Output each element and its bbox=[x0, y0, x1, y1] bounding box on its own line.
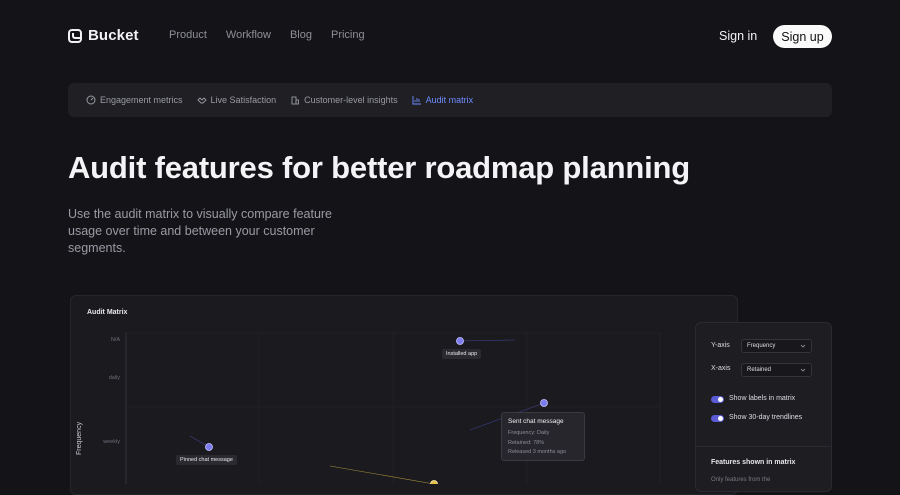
brand-name: Bucket bbox=[88, 27, 139, 44]
features-shown-title: Features shown in matrix bbox=[711, 459, 796, 466]
label-pinned-chat-message: Pinned chat message bbox=[176, 455, 237, 465]
audit-matrix-card bbox=[70, 295, 738, 495]
handshake-icon bbox=[196, 97, 207, 104]
y-axis-label: Frequency bbox=[76, 421, 83, 455]
show-trendlines-toggle[interactable] bbox=[711, 415, 724, 422]
chart-icon bbox=[412, 96, 421, 105]
x-axis-select-value: Retained bbox=[747, 367, 772, 373]
tab-label: Audit matrix bbox=[425, 95, 474, 105]
tooltip-title: Sent chat message bbox=[508, 418, 564, 425]
tooltip-frequency: Frequency: Daily bbox=[508, 430, 550, 436]
tooltip-retained: Retained: 78% bbox=[508, 439, 545, 446]
nav-product[interactable]: Product bbox=[169, 29, 207, 41]
feature-tabs: Engagement metrics Live Satisfaction Cus… bbox=[68, 83, 832, 117]
tooltip-released: Released 3 months ago bbox=[508, 449, 567, 455]
label-installed-app: Installed app bbox=[442, 349, 482, 359]
bucket-logo-icon bbox=[68, 28, 82, 43]
tab-customer-level-insights[interactable]: Customer-level insights bbox=[290, 95, 398, 105]
brand-logo[interactable]: Bucket bbox=[68, 27, 139, 44]
y-axis-setting-label: Y-axis bbox=[711, 342, 730, 349]
tab-audit-matrix[interactable]: Audit matrix bbox=[412, 95, 474, 105]
sign-in-link[interactable]: Sign in bbox=[719, 29, 757, 43]
tab-label: Customer-level insights bbox=[304, 95, 398, 105]
gauge-icon bbox=[86, 95, 96, 105]
nav-blog[interactable]: Blog bbox=[290, 29, 312, 41]
tab-engagement-metrics[interactable]: Engagement metrics bbox=[86, 95, 183, 105]
tab-live-satisfaction[interactable]: Live Satisfaction bbox=[196, 95, 277, 105]
tab-label: Live Satisfaction bbox=[210, 95, 277, 105]
features-shown-subtitle: Only features from the bbox=[711, 477, 771, 483]
page-title: Audit features for better roadmap planni… bbox=[68, 150, 690, 185]
audit-matrix-title: Audit Matrix bbox=[87, 309, 128, 316]
y-axis-select[interactable]: Frequency bbox=[741, 339, 812, 353]
y-axis-select-value: Frequency bbox=[747, 343, 776, 349]
y-tick-daily: daily bbox=[108, 375, 120, 381]
main-nav: Product Workflow Blog Pricing bbox=[169, 29, 365, 41]
tab-label: Engagement metrics bbox=[100, 95, 183, 105]
chevron-down-icon bbox=[800, 368, 806, 372]
panel-divider bbox=[696, 446, 831, 447]
show-labels-toggle[interactable] bbox=[711, 396, 724, 403]
y-tick-weekly: weekly bbox=[103, 439, 120, 445]
show-labels-label: Show labels in matrix bbox=[729, 395, 796, 402]
nav-pricing[interactable]: Pricing bbox=[331, 29, 365, 41]
x-axis-select[interactable]: Retained bbox=[741, 363, 812, 377]
x-axis-setting-label: X-axis bbox=[711, 365, 731, 372]
building-icon bbox=[291, 96, 300, 105]
y-tick-na: N/A bbox=[110, 337, 120, 343]
nav-workflow[interactable]: Workflow bbox=[226, 29, 271, 41]
point-tooltip: Sent chat message Frequency: Daily Retai… bbox=[501, 412, 585, 461]
page-subtitle: Use the audit matrix to visually compare… bbox=[68, 207, 333, 255]
chevron-down-icon bbox=[800, 344, 806, 348]
show-trendlines-label: Show 30-day trendlines bbox=[729, 414, 803, 421]
sign-up-button[interactable]: Sign up bbox=[773, 25, 832, 48]
